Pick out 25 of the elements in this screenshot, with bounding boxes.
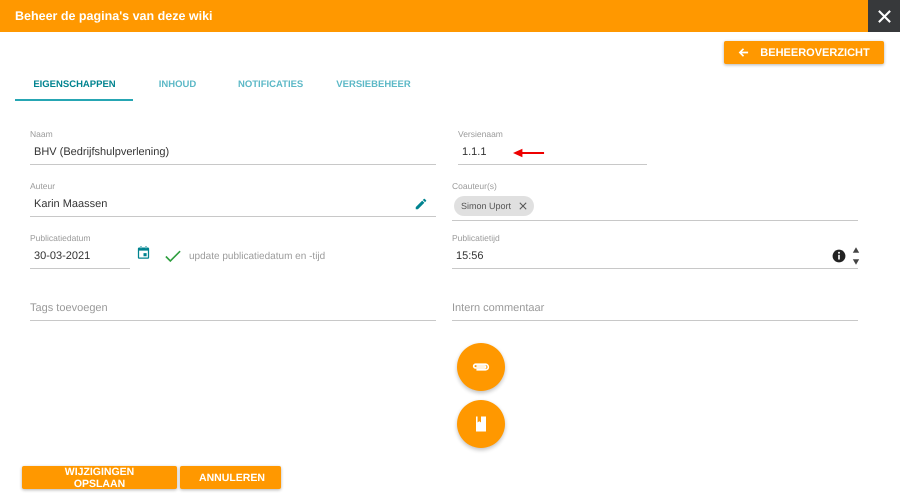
field-label: Naam [30, 128, 54, 140]
info-icon [832, 249, 846, 263]
input-field[interactable]: 15:56 [452, 244, 858, 269]
arrow-left-icon [738, 47, 750, 58]
user-chip[interactable]: Simon Uport [454, 196, 534, 216]
input-field[interactable]: Karin Maassen [30, 192, 436, 217]
calendar-icon [136, 245, 151, 260]
field-label: Publicatietijd [452, 232, 501, 244]
arrow-left-icon [513, 148, 545, 158]
input-field[interactable]: Simon Uport [452, 192, 858, 221]
tab[interactable]: EIGENSCHAPPEN [15, 70, 133, 101]
field-label: Coauteur(s) [452, 180, 498, 192]
input-field[interactable]: 30-03-2021 [30, 244, 130, 269]
remove-icon[interactable] [519, 202, 528, 210]
close-button[interactable] [868, 0, 900, 32]
field-label: Auteur [30, 180, 56, 192]
input-field[interactable]: BHV (Bedrijfshulpverlening) [30, 140, 436, 165]
field-label: Publicatiedatum [30, 232, 92, 244]
pencil-icon [414, 197, 428, 211]
checkmark-icon[interactable] [165, 250, 181, 263]
option-label: update publicatiedatum en -tijd [189, 251, 326, 262]
field-label: Versienaam [458, 128, 504, 140]
spinner-arrows-icon[interactable] [852, 246, 860, 266]
close-icon [876, 8, 892, 24]
dialog-title: Beheer de pagina's van deze wiki [14, 9, 212, 23]
